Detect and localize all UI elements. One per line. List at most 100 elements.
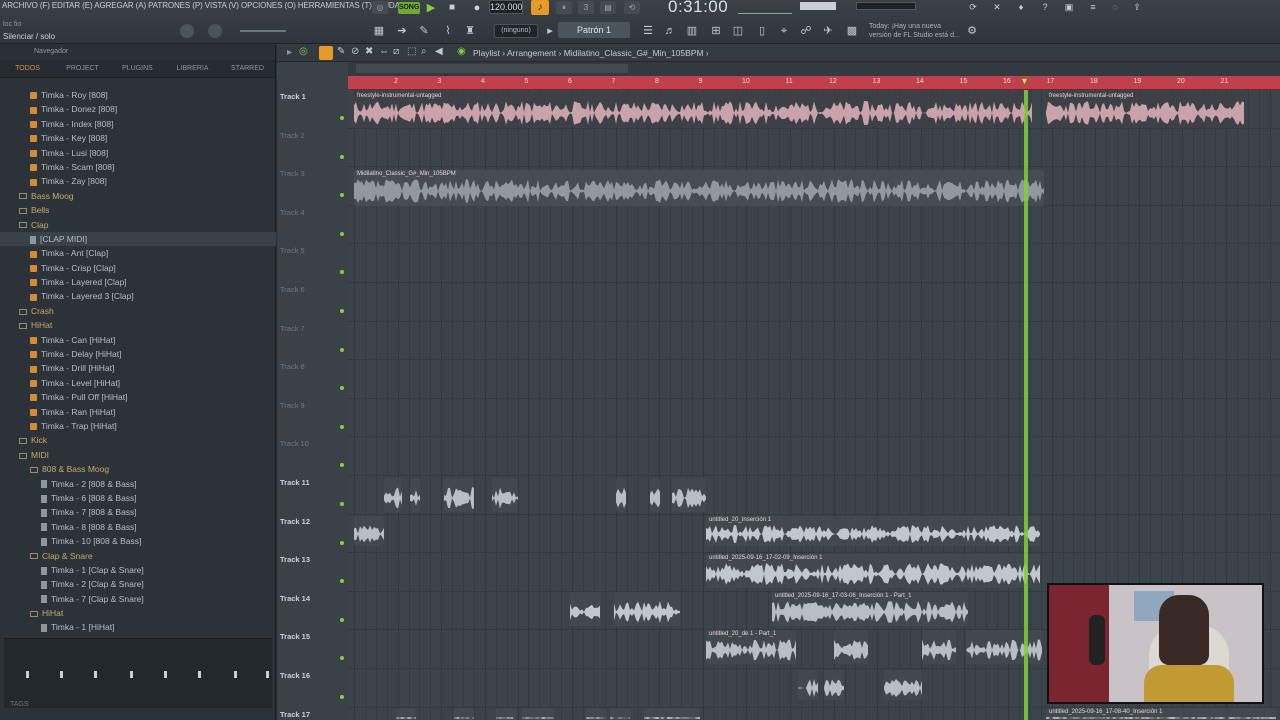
audio-clip[interactable]: Midilatino_Classic_G#_Min_105BPM xyxy=(354,170,1044,206)
audio-clip[interactable] xyxy=(586,708,606,720)
audio-clip[interactable] xyxy=(672,478,706,512)
track-header[interactable]: Track 6 xyxy=(280,285,344,323)
track-header[interactable]: Track 11 xyxy=(280,478,344,516)
browser-file[interactable]: Timka - Scam [808] xyxy=(0,160,276,174)
browser-folder[interactable]: HiHat xyxy=(0,606,276,620)
touch-icon[interactable]: ☍ xyxy=(798,24,814,38)
mixer-window-icon[interactable]: ⊞ xyxy=(708,24,724,38)
track-header[interactable]: Track 2 xyxy=(280,131,344,169)
browser-file[interactable]: Timka - Zay [808] xyxy=(0,174,276,188)
track-header[interactable]: Track 15 xyxy=(280,632,344,670)
step-edit-icon[interactable]: ▤ xyxy=(600,1,616,14)
track-enable-led[interactable] xyxy=(340,463,344,468)
browser-folder[interactable]: Clap xyxy=(0,218,276,232)
audio-clip[interactable] xyxy=(824,670,844,700)
browser-file[interactable]: Timka - Delay [HiHat] xyxy=(0,347,276,361)
audio-clip[interactable]: untitled_20_Inserción 1 xyxy=(706,516,1040,546)
browser-file[interactable]: Timka - Roy [808] xyxy=(0,88,276,102)
audio-clip[interactable]: freestyle-instrumental-untagged xyxy=(1046,92,1244,128)
timeline-scrollbar[interactable] xyxy=(356,64,628,73)
browser-file[interactable]: Timka - Layered [Clap] xyxy=(0,275,276,289)
browser-file[interactable]: Timka - Ran [HiHat] xyxy=(0,405,276,419)
track-enable-led[interactable] xyxy=(340,193,344,198)
browser-file[interactable]: Timka - 2 [808 & Bass] xyxy=(0,477,276,491)
browser-file[interactable]: Timka - 6 [808 & Bass] xyxy=(0,491,276,505)
browser-file[interactable]: Timka - 1 [HiHat] xyxy=(0,620,276,634)
track-header[interactable]: Track 1 xyxy=(280,92,344,130)
track-lane[interactable] xyxy=(348,244,1280,283)
song-time-display[interactable]: 0:31:00 xyxy=(668,0,728,17)
brush-icon[interactable]: ⌇ xyxy=(440,24,456,38)
browser-file[interactable]: Timka - Trap [HiHat] xyxy=(0,419,276,433)
pattern-selector[interactable]: Patrón 1 xyxy=(558,22,630,38)
browser-file[interactable]: Timka - 10 [808 & Bass] xyxy=(0,534,276,548)
play-icon[interactable]: ▶ xyxy=(424,1,438,15)
track-enable-led[interactable] xyxy=(340,617,344,622)
browser-file[interactable]: Timka - Index [808] xyxy=(0,117,276,131)
playlist-menu-icon[interactable]: ▸ xyxy=(287,47,292,58)
track-header[interactable]: Track 8 xyxy=(280,362,344,400)
master-level-slider[interactable] xyxy=(240,30,286,32)
track-lane[interactable] xyxy=(348,322,1280,361)
audio-clip[interactable] xyxy=(492,478,518,512)
export-icon[interactable]: ⇪ xyxy=(1130,1,1144,13)
browser-folder[interactable]: MIDI xyxy=(0,448,276,462)
browser-file[interactable]: Timka - 7 [Clap & Snare] xyxy=(0,592,276,606)
track-enable-led[interactable] xyxy=(340,116,344,120)
folder-icon[interactable]: ▣ xyxy=(1062,1,1076,13)
countdown-icon[interactable]: 3 xyxy=(578,1,594,14)
track-enable-led[interactable] xyxy=(340,309,344,313)
audio-clip[interactable] xyxy=(496,708,516,720)
delete-tool-icon[interactable]: ⊘ xyxy=(351,46,359,57)
track-header[interactable]: Track 3 xyxy=(280,169,344,207)
browser-file[interactable]: Timka - 7 [808 & Bass] xyxy=(0,505,276,519)
audio-clip[interactable] xyxy=(570,592,600,626)
browser-file[interactable]: Timka - Crisp [Clap] xyxy=(0,261,276,275)
plugin-icon[interactable]: ⌖ xyxy=(776,24,792,38)
pattern-prev-icon[interactable]: ▸ xyxy=(542,24,558,38)
chart-icon[interactable]: ▩ xyxy=(844,24,860,38)
mixer-icon[interactable]: ▦ xyxy=(371,24,387,38)
track-enable-led[interactable] xyxy=(340,695,344,699)
browser-file[interactable]: [CLAP MIDI] xyxy=(0,231,276,247)
browser-file[interactable]: Timka - Pull Off [HiHat] xyxy=(0,390,276,404)
audio-clip[interactable] xyxy=(354,516,384,546)
stamp-icon[interactable]: ♜ xyxy=(462,24,478,38)
track-header[interactable]: Track 7 xyxy=(280,324,344,362)
browser-folder[interactable]: 808 & Bass Moog xyxy=(0,462,276,476)
track-enable-led[interactable] xyxy=(340,231,344,236)
audio-clip[interactable] xyxy=(454,708,474,720)
track-header[interactable]: Track 9 xyxy=(280,401,344,439)
browser-file[interactable]: Timka - 1 [Clap & Snare] xyxy=(0,563,276,577)
ruler-scroll-area[interactable] xyxy=(348,62,1280,76)
track-header[interactable]: Track 16 xyxy=(280,671,344,709)
track-enable-led[interactable] xyxy=(340,154,344,159)
track-header[interactable]: Track 14 xyxy=(280,594,344,632)
browser-icon[interactable]: ▯ xyxy=(754,24,770,38)
track-enable-led[interactable] xyxy=(340,386,344,391)
track-lane[interactable] xyxy=(348,360,1280,399)
audio-clip[interactable] xyxy=(610,708,630,720)
browser-folder[interactable]: Bells xyxy=(0,203,276,217)
mic-icon[interactable]: ♦ xyxy=(1014,1,1028,13)
paint-tool-icon[interactable]: ✎ xyxy=(337,46,345,57)
tempo-display[interactable]: 120.000 xyxy=(489,0,523,14)
track-header[interactable]: Track 4 xyxy=(280,208,344,246)
settings-icon[interactable]: ⚙ xyxy=(964,24,980,38)
audio-clip[interactable] xyxy=(396,708,416,720)
track-enable-led[interactable] xyxy=(340,579,344,584)
track-lane[interactable] xyxy=(348,283,1280,322)
pin-icon[interactable]: ✈ xyxy=(820,24,836,38)
tab-project[interactable]: PROJECT xyxy=(55,60,110,77)
draw-tool-icon[interactable] xyxy=(319,46,333,60)
chat-icon[interactable]: ◌ xyxy=(1108,1,1122,13)
main-menu-bar[interactable]: ARCHIVO (F) EDITAR (E) AGREGAR (A) PATRO… xyxy=(2,0,400,12)
plugin-picker-icon[interactable]: ◫ xyxy=(730,24,746,38)
timeline-ruler[interactable]: 2 3 4 5 6 7 8 9 10 11 12 13 14 15 16 17 18 19 20 21 xyxy=(348,76,1280,90)
select-tool-icon[interactable]: ⬚ xyxy=(407,46,416,57)
news-panel[interactable]: Today: ¡Hay una nueva versión de FL Stud… xyxy=(869,22,964,40)
audio-clip[interactable] xyxy=(644,708,700,720)
browser-folder[interactable]: Bass Moog xyxy=(0,189,276,203)
track-lane[interactable] xyxy=(348,206,1280,245)
refresh-icon[interactable]: ⟳ xyxy=(966,1,980,13)
